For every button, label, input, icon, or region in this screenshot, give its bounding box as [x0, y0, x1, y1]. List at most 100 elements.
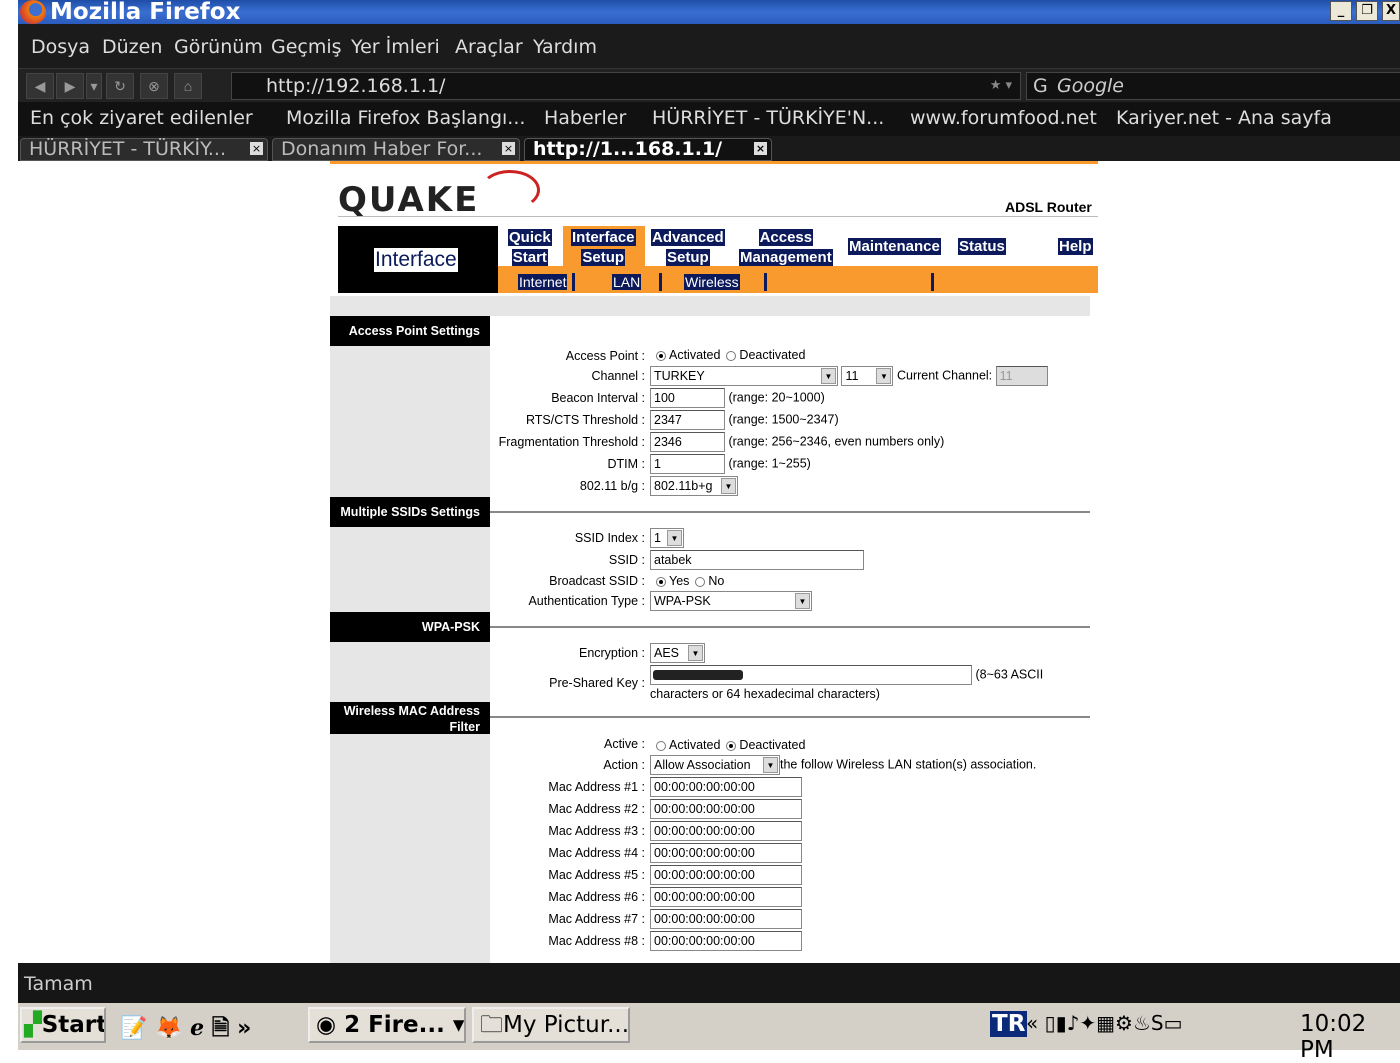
- rts-label: RTS/CTS Threshold :: [525, 413, 645, 427]
- menu-view[interactable]: Görünüm: [174, 36, 263, 58]
- chevron-down-icon: ▼: [821, 368, 836, 384]
- section-multiple-ssids: Multiple SSIDs Settings: [330, 497, 490, 527]
- mac-address-label: Mac Address #1 :: [548, 780, 645, 794]
- restore-button[interactable]: ❐: [1356, 1, 1378, 21]
- bookmark-kariyer[interactable]: Kariyer.net - Ana sayfa: [1116, 107, 1332, 129]
- tab-router[interactable]: http://1...168.1.1/ ×: [524, 138, 772, 161]
- reload-icon[interactable]: ↻: [106, 73, 134, 99]
- close-tab-icon[interactable]: ×: [754, 142, 767, 155]
- country-select[interactable]: TURKEY ▼: [650, 366, 838, 386]
- mac-activated-radio[interactable]: [656, 740, 666, 751]
- chevron-down-icon: ▼: [667, 530, 682, 546]
- windows-logo-icon: ▞: [24, 1012, 42, 1038]
- mac-address-input[interactable]: 00:00:00:00:00:00: [650, 843, 802, 863]
- forward-icon[interactable]: ▶: [56, 73, 84, 99]
- close-tab-icon[interactable]: ×: [502, 142, 515, 155]
- google-icon: G: [1033, 75, 1048, 97]
- minimize-button[interactable]: _: [1330, 1, 1352, 21]
- subnav-wireless[interactable]: Wireless: [684, 274, 740, 292]
- mac-deactivated-radio[interactable]: [726, 740, 737, 751]
- mac-address-input[interactable]: 00:00:00:00:00:00: [650, 799, 802, 819]
- quick-launch-icons[interactable]: 📝 🦊 ℯ 🗎 »: [120, 1011, 251, 1049]
- close-button[interactable]: X: [1382, 1, 1400, 21]
- stop-icon[interactable]: ⊗: [140, 73, 168, 99]
- history-dropdown-icon[interactable]: ▾: [86, 73, 102, 99]
- ssid-input[interactable]: atabek: [650, 550, 864, 570]
- channel-select[interactable]: 11 ▼: [841, 366, 894, 386]
- mac-address-input[interactable]: 00:00:00:00:00:00: [650, 931, 802, 951]
- menu-file[interactable]: Dosya: [31, 36, 90, 58]
- menu-tools[interactable]: Araçlar: [455, 36, 523, 58]
- frag-input[interactable]: 2346: [650, 432, 725, 452]
- bookmark-most-visited[interactable]: En çok ziyaret edilenler: [30, 107, 253, 129]
- ssid-index-select[interactable]: 1 ▼: [650, 528, 684, 548]
- menu-edit[interactable]: Düzen: [102, 36, 162, 58]
- nav-maintenance[interactable]: Maintenance: [848, 238, 941, 256]
- beacon-label: Beacon Interval :: [551, 391, 645, 405]
- menu-bookmarks[interactable]: Yer İmleri: [351, 36, 440, 58]
- current-channel-field: 11: [995, 366, 1048, 386]
- ssid-label: SSID :: [608, 553, 645, 567]
- url-text: http://192.168.1.1/: [266, 75, 446, 97]
- deactivated-radio[interactable]: [726, 350, 737, 361]
- mac-address-input[interactable]: 00:00:00:00:00:00: [650, 865, 802, 885]
- mac-address-input[interactable]: 00:00:00:00:00:00: [650, 909, 802, 929]
- broadcast-no-radio[interactable]: [695, 576, 706, 587]
- mac-action-select[interactable]: Allow Association ▼: [650, 755, 780, 775]
- mac-address-label: Mac Address #3 :: [548, 824, 645, 838]
- menu-help[interactable]: Yardım: [533, 36, 597, 58]
- current-channel-label: Current Channel:: [896, 368, 993, 383]
- mac-address-input[interactable]: 00:00:00:00:00:00: [650, 887, 802, 907]
- language-indicator[interactable]: TR: [990, 1011, 1028, 1037]
- url-input[interactable]: http://192.168.1.1/ ★ ▾: [231, 72, 1021, 100]
- nav-quick-start[interactable]: Quick Start: [508, 228, 552, 268]
- back-icon[interactable]: ◀: [26, 73, 54, 99]
- tab-donanim[interactable]: Donanım Haber For... ×: [272, 138, 520, 161]
- mac-address-input[interactable]: 00:00:00:00:00:00: [650, 777, 802, 797]
- mac-active-label: Active :: [604, 737, 645, 751]
- nav-advanced-setup[interactable]: Advanced Setup: [651, 228, 725, 268]
- quake-logo: QUAKE: [338, 180, 480, 220]
- nav-help[interactable]: Help: [1058, 238, 1093, 256]
- close-tab-icon[interactable]: ×: [250, 142, 263, 155]
- mac-action-hint: the follow Wireless LAN station(s) assoc…: [780, 757, 1037, 772]
- mac-address-label: Mac Address #6 :: [548, 890, 645, 904]
- search-input[interactable]: G Google: [1026, 72, 1400, 100]
- taskbar: ▞Start 📝 🦊 ℯ 🗎 » ◉ 2 Fire... ▾ 🗀My Pictu…: [18, 1003, 1400, 1063]
- redacted-key: [653, 670, 743, 680]
- subnav-internet[interactable]: Internet: [518, 274, 568, 290]
- bookmark-firefox-start[interactable]: Mozilla Firefox Başlangı...: [286, 107, 525, 129]
- nav-interface-setup[interactable]: Interface Setup: [571, 228, 636, 268]
- psk-input[interactable]: [650, 665, 972, 685]
- beacon-input[interactable]: 100: [650, 388, 725, 408]
- firefox-icon: [20, 0, 46, 24]
- nav-status[interactable]: Status: [958, 238, 1006, 256]
- home-icon[interactable]: ⌂: [174, 73, 202, 99]
- rts-input[interactable]: 2347: [650, 410, 725, 430]
- product-name: ADSL Router: [1005, 199, 1092, 215]
- activated-radio[interactable]: [656, 350, 666, 361]
- bookmark-forumfood[interactable]: www.forumfood.net: [910, 107, 1097, 129]
- psk-hint-continued: characters or 64 hexadecimal characters): [650, 687, 880, 701]
- mac-address-input[interactable]: 00:00:00:00:00:00: [650, 821, 802, 841]
- bookmark-news[interactable]: Haberler: [544, 107, 626, 129]
- taskbar-my-pictures[interactable]: 🗀My Pictur...: [472, 1007, 630, 1043]
- auth-type-select[interactable]: WPA-PSK ▼: [650, 591, 812, 611]
- bookmark-hurriyet[interactable]: HÜRRİYET - TÜRKİYE'N...: [652, 107, 884, 129]
- logo-swoosh: [480, 170, 540, 210]
- subnav-lan[interactable]: LAN: [612, 274, 642, 292]
- mode-select[interactable]: 802.11b+g ▼: [650, 476, 738, 496]
- nav-access-management[interactable]: Access Management: [739, 228, 833, 268]
- broadcast-yes-radio[interactable]: [656, 576, 666, 587]
- taskbar-firefox-group[interactable]: ◉ 2 Fire... ▾: [308, 1007, 466, 1043]
- tray-icons[interactable]: « ▯▮♪✦▦⚙♨S▭: [1026, 1011, 1182, 1035]
- encryption-label: Encryption :: [578, 646, 645, 660]
- tab-hurriyet[interactable]: HÜRRİYET - TÜRKİY... ×: [20, 138, 268, 161]
- chevron-down-icon: ▼: [763, 757, 778, 773]
- menu-bar: Dosya Düzen Görünüm Geçmiş Yer İmleri Ar…: [18, 24, 1400, 68]
- start-button[interactable]: ▞Start: [20, 1007, 106, 1043]
- star-icon[interactable]: ★ ▾: [990, 73, 1012, 99]
- dtim-input[interactable]: 1: [650, 454, 725, 474]
- encryption-select[interactable]: AES ▼: [650, 643, 705, 663]
- menu-history[interactable]: Geçmiş: [271, 36, 342, 58]
